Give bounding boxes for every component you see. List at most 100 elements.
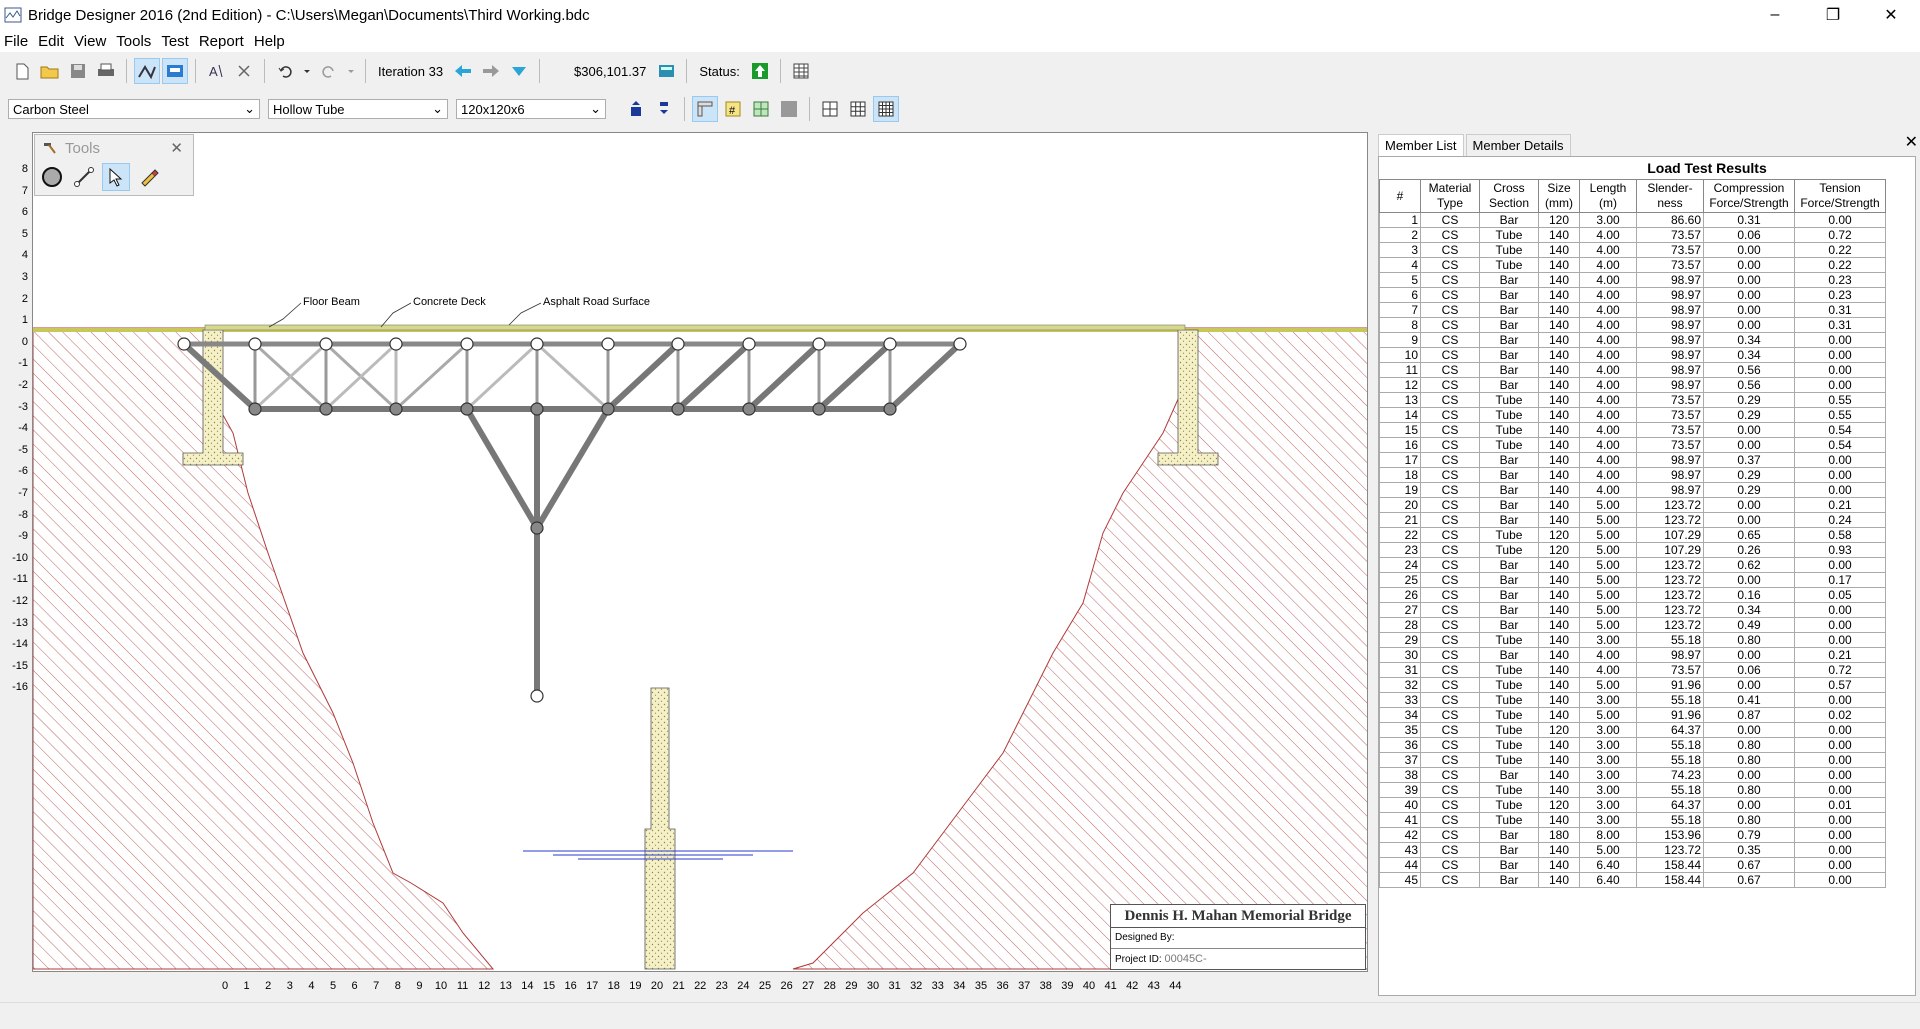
tab-member-list[interactable]: Member List bbox=[1378, 134, 1464, 156]
table-row[interactable]: 45 CS Bar 140 6.40 158.44 0.67 0.00 bbox=[1379, 872, 1886, 888]
table-row[interactable]: 24 CS Bar 140 5.00 123.72 0.62 0.00 bbox=[1379, 557, 1886, 573]
truss-member[interactable] bbox=[816, 341, 893, 412]
table-row[interactable]: 31 CS Tube 140 4.00 73.57 0.06 0.72 bbox=[1379, 662, 1886, 678]
truss-member[interactable] bbox=[675, 341, 752, 412]
truss-joint[interactable] bbox=[812, 402, 826, 416]
truss-joint[interactable] bbox=[742, 402, 756, 416]
table-row[interactable]: 10 CS Bar 140 4.00 98.97 0.34 0.00 bbox=[1379, 347, 1886, 363]
menu-file[interactable]: File bbox=[0, 33, 34, 50]
truss-joint[interactable] bbox=[319, 337, 333, 351]
table-row[interactable]: 6 CS Bar 140 4.00 98.97 0.00 0.23 bbox=[1379, 287, 1886, 303]
table-row[interactable]: 41 CS Tube 140 3.00 55.18 0.80 0.00 bbox=[1379, 812, 1886, 828]
save-icon[interactable] bbox=[66, 59, 90, 83]
undo-icon[interactable] bbox=[273, 59, 297, 83]
truss-member[interactable] bbox=[605, 341, 681, 412]
table-row[interactable]: 3 CS Tube 140 4.00 73.57 0.00 0.22 bbox=[1379, 242, 1886, 258]
member-tool-icon[interactable] bbox=[71, 164, 97, 190]
table-row[interactable]: 43 CS Bar 140 5.00 123.72 0.35 0.00 bbox=[1379, 842, 1886, 858]
select-tool-icon[interactable] bbox=[102, 163, 130, 191]
animation-icon[interactable] bbox=[777, 97, 801, 121]
increase-size-icon[interactable] bbox=[624, 97, 648, 121]
table-row[interactable]: 8 CS Bar 140 4.00 98.97 0.00 0.31 bbox=[1379, 317, 1886, 333]
col-number[interactable]: # bbox=[1379, 179, 1421, 213]
truss-member[interactable] bbox=[394, 342, 469, 411]
table-row[interactable]: 34 CS Tube 140 5.00 91.96 0.87 0.02 bbox=[1379, 707, 1886, 723]
table-row[interactable]: 4 CS Tube 140 4.00 73.57 0.00 0.22 bbox=[1379, 257, 1886, 273]
template-icon[interactable] bbox=[749, 97, 773, 121]
table-row[interactable]: 7 CS Bar 140 4.00 98.97 0.00 0.31 bbox=[1379, 302, 1886, 318]
table-row[interactable]: 19 CS Bar 140 4.00 98.97 0.29 0.00 bbox=[1379, 482, 1886, 498]
truss-joint[interactable] bbox=[601, 337, 615, 351]
open-folder-icon[interactable] bbox=[38, 59, 62, 83]
col-length[interactable]: Length (m) bbox=[1579, 179, 1637, 213]
truss-joint[interactable] bbox=[742, 337, 756, 351]
table-row[interactable]: 27 CS Bar 140 5.00 123.72 0.34 0.00 bbox=[1379, 602, 1886, 618]
truss-joint[interactable] bbox=[883, 402, 897, 416]
truss-joint[interactable] bbox=[812, 337, 826, 351]
menu-tools[interactable]: Tools bbox=[112, 33, 157, 50]
member-numbers-icon[interactable]: # bbox=[721, 97, 745, 121]
table-row[interactable]: 44 CS Bar 140 6.40 158.44 0.67 0.00 bbox=[1379, 857, 1886, 873]
table-row[interactable]: 40 CS Tube 120 3.00 64.37 0.00 0.01 bbox=[1379, 797, 1886, 813]
menu-view[interactable]: View bbox=[70, 33, 112, 50]
member-table-icon[interactable] bbox=[789, 59, 813, 83]
table-row[interactable]: 21 CS Bar 140 5.00 123.72 0.00 0.24 bbox=[1379, 512, 1886, 528]
calculator-icon[interactable] bbox=[654, 59, 678, 83]
redo-dropdown-icon[interactable] bbox=[345, 59, 357, 83]
truss-joint[interactable] bbox=[177, 337, 191, 351]
table-row[interactable]: 29 CS Tube 140 3.00 55.18 0.80 0.00 bbox=[1379, 632, 1886, 648]
undo-dropdown-icon[interactable] bbox=[301, 59, 313, 83]
table-row[interactable]: 42 CS Bar 180 8.00 153.96 0.79 0.00 bbox=[1379, 827, 1886, 843]
erase-tool-icon[interactable] bbox=[135, 164, 161, 190]
table-row[interactable]: 18 CS Bar 140 4.00 98.97 0.29 0.00 bbox=[1379, 467, 1886, 483]
table-row[interactable]: 15 CS Tube 140 4.00 73.57 0.00 0.54 bbox=[1379, 422, 1886, 438]
decrease-size-icon[interactable] bbox=[652, 97, 676, 121]
truss-joint[interactable] bbox=[530, 402, 544, 416]
truss-joint[interactable] bbox=[248, 402, 262, 416]
table-row[interactable]: 9 CS Bar 140 4.00 98.97 0.34 0.00 bbox=[1379, 332, 1886, 348]
table-row[interactable]: 13 CS Tube 140 4.00 73.57 0.29 0.55 bbox=[1379, 392, 1886, 408]
menu-help[interactable]: Help bbox=[250, 33, 291, 50]
restore-button[interactable]: ❐ bbox=[1804, 0, 1862, 30]
truss-joint[interactable] bbox=[389, 402, 403, 416]
col-slenderness[interactable]: Slender- ness bbox=[1636, 179, 1704, 213]
truss-joint[interactable] bbox=[389, 337, 403, 351]
truss-member[interactable] bbox=[887, 341, 963, 412]
col-tension[interactable]: Tension Force/Strength bbox=[1794, 179, 1886, 213]
table-row[interactable]: 36 CS Tube 140 3.00 55.18 0.80 0.00 bbox=[1379, 737, 1886, 753]
auto-correct-icon[interactable]: A bbox=[204, 59, 228, 83]
table-row[interactable]: 11 CS Bar 140 4.00 98.97 0.56 0.00 bbox=[1379, 362, 1886, 378]
forward-arrow-icon[interactable] bbox=[479, 59, 503, 83]
coarse-grid-icon[interactable] bbox=[818, 97, 842, 121]
table-row[interactable]: 20 CS Bar 140 5.00 123.72 0.00 0.21 bbox=[1379, 497, 1886, 513]
new-file-icon[interactable] bbox=[10, 59, 34, 83]
truss-joint[interactable] bbox=[671, 402, 685, 416]
tab-member-details[interactable]: Member Details bbox=[1465, 134, 1571, 156]
truss-member[interactable] bbox=[746, 341, 822, 412]
joint-tool-icon[interactable] bbox=[39, 164, 65, 190]
material-select[interactable]: Carbon Steel ⌄ bbox=[8, 99, 260, 119]
truss-joint[interactable] bbox=[601, 402, 615, 416]
truss-joint[interactable] bbox=[671, 337, 685, 351]
table-row[interactable]: 22 CS Tube 120 5.00 107.29 0.65 0.58 bbox=[1379, 527, 1886, 543]
table-row[interactable]: 26 CS Bar 140 5.00 123.72 0.16 0.05 bbox=[1379, 587, 1886, 603]
truss-member[interactable] bbox=[464, 407, 540, 530]
table-row[interactable]: 32 CS Tube 140 5.00 91.96 0.00 0.57 bbox=[1379, 677, 1886, 693]
truss-joint[interactable] bbox=[248, 337, 262, 351]
table-row[interactable]: 16 CS Tube 140 4.00 73.57 0.00 0.54 bbox=[1379, 437, 1886, 453]
table-row[interactable]: 30 CS Bar 140 4.00 98.97 0.00 0.21 bbox=[1379, 647, 1886, 663]
rulers-icon[interactable] bbox=[692, 96, 718, 122]
iteration-dropdown-icon[interactable] bbox=[507, 59, 531, 83]
fine-grid-icon[interactable] bbox=[873, 96, 899, 122]
table-row[interactable]: 38 CS Bar 140 3.00 74.23 0.00 0.00 bbox=[1379, 767, 1886, 783]
table-row[interactable]: 2 CS Tube 140 4.00 73.57 0.06 0.72 bbox=[1379, 227, 1886, 243]
col-compression[interactable]: Compression Force/Strength bbox=[1703, 179, 1795, 213]
menu-report[interactable]: Report bbox=[195, 33, 250, 50]
table-row[interactable]: 17 CS Bar 140 4.00 98.97 0.37 0.00 bbox=[1379, 452, 1886, 468]
truss-joint[interactable] bbox=[883, 337, 897, 351]
table-row[interactable]: 14 CS Tube 140 4.00 73.57 0.29 0.55 bbox=[1379, 407, 1886, 423]
truss-member[interactable] bbox=[535, 342, 610, 411]
bridge-drawing[interactable]: Floor Beam Concrete Deck Asphalt Road Su… bbox=[33, 133, 1368, 972]
table-row[interactable]: 25 CS Bar 140 5.00 123.72 0.00 0.17 bbox=[1379, 572, 1886, 588]
minimize-button[interactable]: – bbox=[1746, 0, 1804, 30]
